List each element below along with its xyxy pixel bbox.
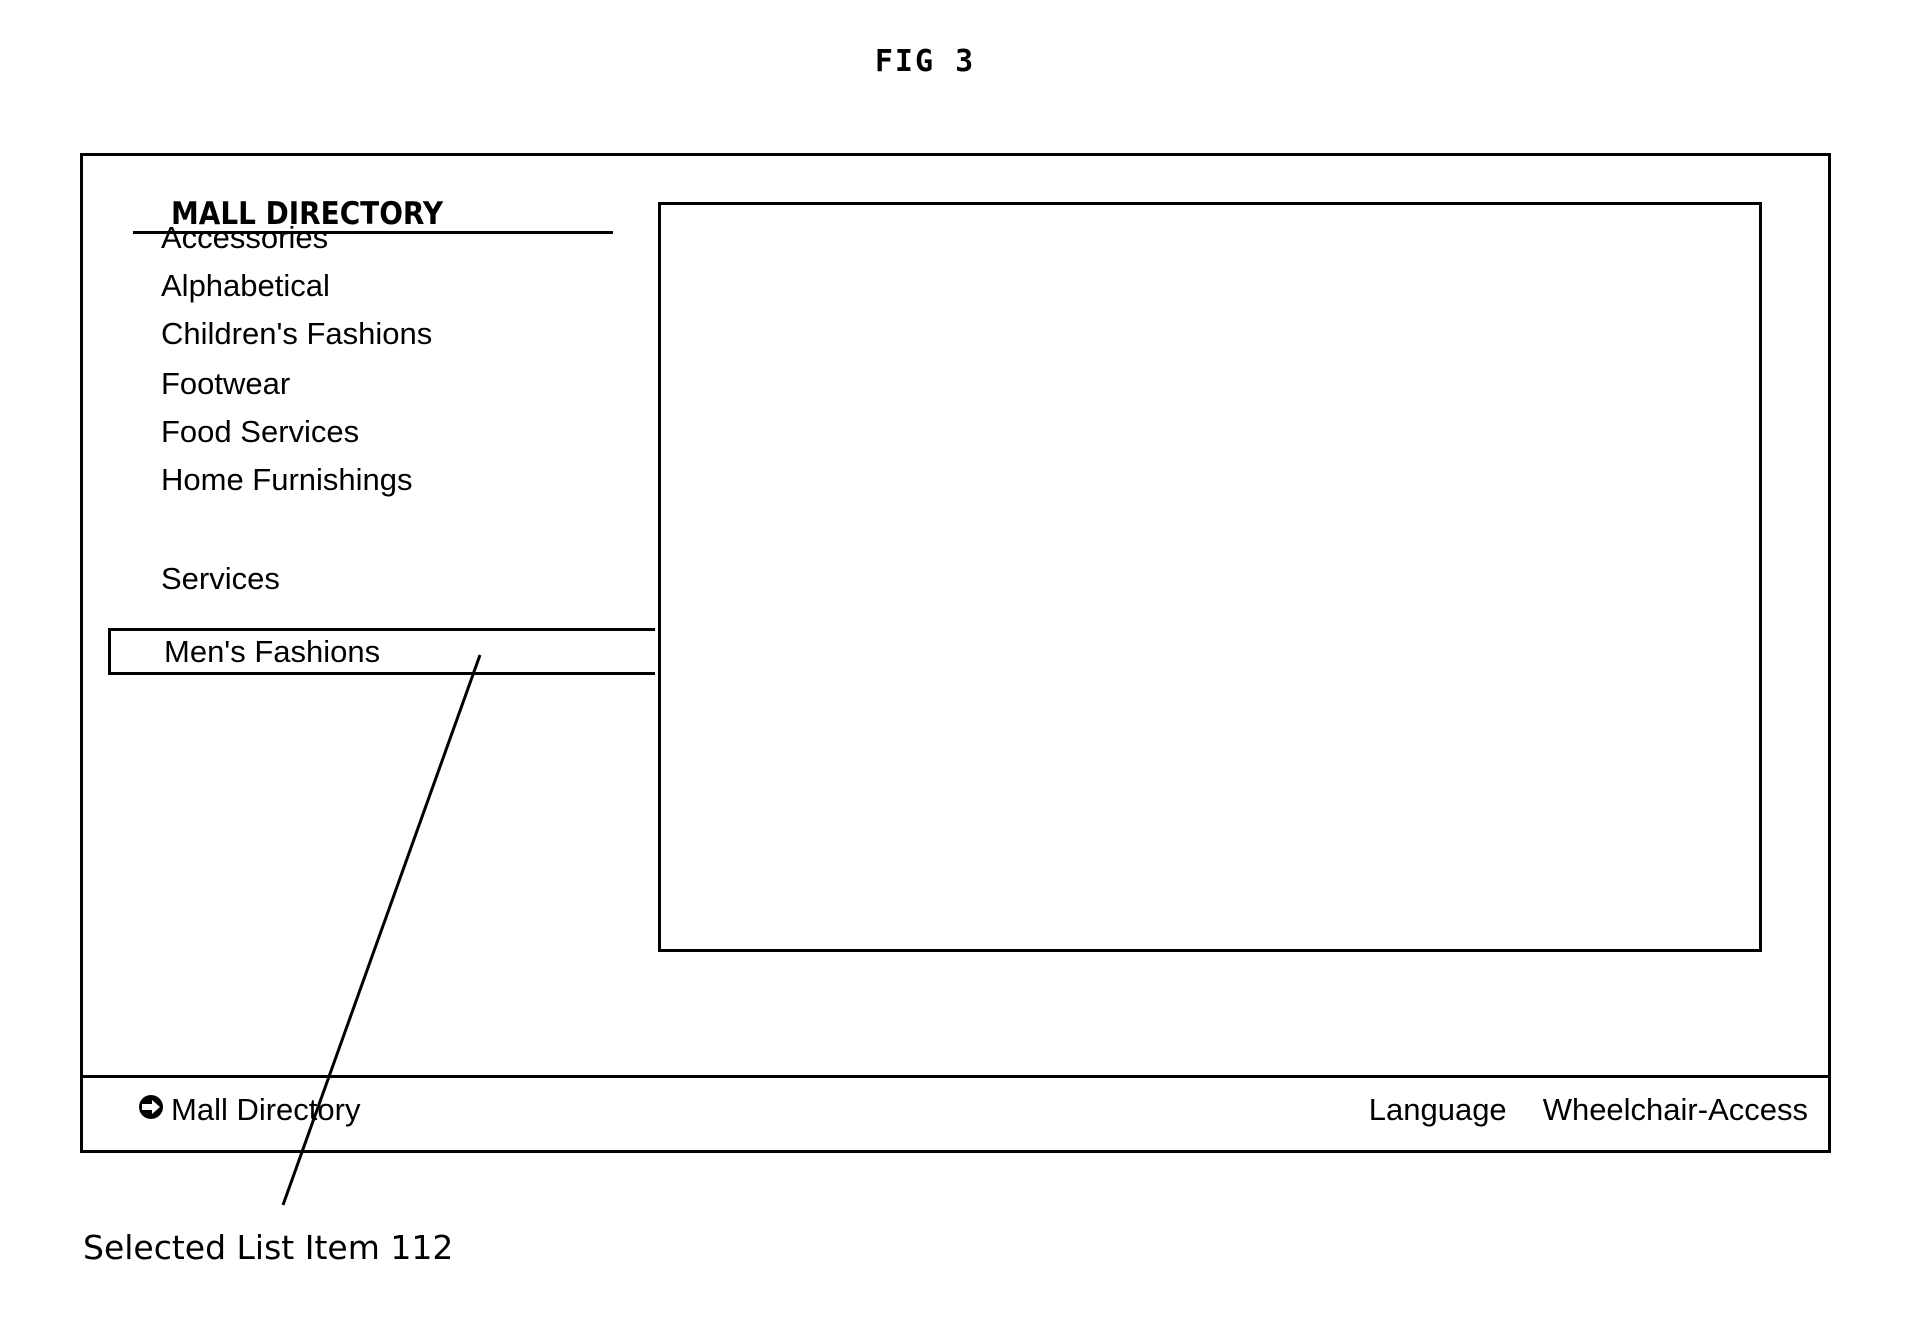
mall-directory-label: Mall Directory	[171, 1092, 361, 1127]
menu-item-footwear[interactable]: Footwear	[161, 366, 290, 402]
footer-bar: Mall Directory Language Wheelchair-Access	[83, 1075, 1828, 1150]
menu-item-childrens-fashions[interactable]: Children's Fashions	[161, 316, 432, 352]
callout-label: Selected List Item 112	[83, 1228, 454, 1267]
menu-item-services[interactable]: Services	[161, 561, 280, 597]
menu-item-home-furnishings[interactable]: Home Furnishings	[161, 462, 413, 498]
menu-item-label: Men's Fashions	[164, 634, 381, 669]
circle-arrow-right-icon	[139, 1095, 163, 1119]
mall-directory-link[interactable]: Mall Directory	[139, 1092, 360, 1128]
menu-item-alphabetical[interactable]: Alphabetical	[161, 268, 330, 304]
footer-options: Language Wheelchair-Access	[1333, 1092, 1808, 1128]
menu-item-food-services[interactable]: Food Services	[161, 414, 359, 450]
kiosk-screen: MALL DIRECTORY Accessories Alphabetical …	[80, 153, 1831, 1153]
wheelchair-access-link[interactable]: Wheelchair-Access	[1543, 1092, 1808, 1127]
menu-item-mens-fashions-selected[interactable]: Men's Fashions	[108, 628, 655, 675]
content-panel	[658, 202, 1762, 952]
figure-title: FIG 3	[874, 44, 976, 79]
menu-item-accessories[interactable]: Accessories	[161, 220, 328, 256]
language-link[interactable]: Language	[1369, 1092, 1507, 1127]
